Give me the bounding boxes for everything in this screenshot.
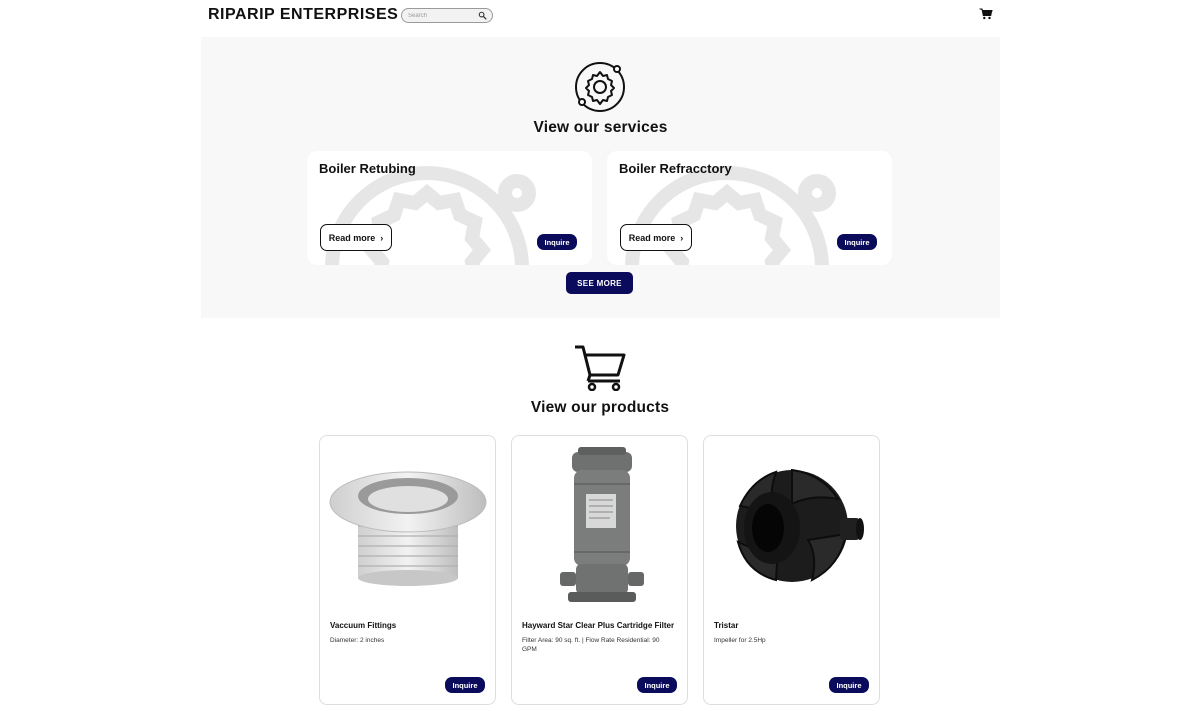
product-name: Hayward Star Clear Plus Cartridge Filter	[522, 621, 675, 630]
product-card[interactable]: Vaccuum Fittings Diameter: 2 inches Inqu…	[319, 435, 496, 705]
services-section: View our services Boiler Retubing Read m…	[201, 37, 1000, 318]
product-card[interactable]: Tristar Impeller for 2.5Hp Inquire	[703, 435, 880, 705]
inquire-button[interactable]: Inquire	[637, 677, 677, 693]
inquire-button[interactable]: Inquire	[829, 677, 869, 693]
product-name: Tristar	[714, 621, 739, 630]
service-card: Boiler Retubing Read more › Inquire	[307, 151, 592, 265]
search-box[interactable]	[401, 8, 493, 23]
inquire-button[interactable]: Inquire	[537, 234, 577, 250]
read-more-label: Read more	[328, 232, 376, 243]
products-header: View our products	[0, 340, 1200, 420]
see-more-button[interactable]: SEE MORE	[566, 272, 633, 294]
search-input[interactable]	[408, 10, 476, 21]
product-name: Vaccuum Fittings	[330, 621, 397, 630]
chevron-right-icon: ›	[680, 232, 684, 243]
chevron-right-icon: ›	[380, 232, 384, 243]
inquire-button[interactable]: Inquire	[445, 677, 485, 693]
shopping-cart-icon	[575, 345, 626, 391]
service-title: Boiler Retubing	[319, 161, 416, 176]
product-desc: Diameter: 2 inches	[330, 637, 385, 644]
read-more-button[interactable]: Read more ›	[320, 224, 392, 251]
products-title: View our products	[530, 399, 670, 416]
product-image	[736, 468, 864, 582]
services-title: View our services	[533, 119, 668, 136]
product-desc: Impeller for 2.5Hp	[714, 637, 766, 644]
product-desc: Filter Area: 90 sq. ft. | Flow Rate Resi…	[522, 637, 660, 653]
service-card: Boiler Refracctory Read more › Inquire	[607, 151, 892, 265]
search-icon[interactable]	[478, 11, 487, 20]
read-more-label: Read more	[628, 232, 676, 243]
cart-icon[interactable]	[979, 8, 993, 20]
product-image	[560, 447, 644, 602]
product-image	[329, 471, 487, 586]
gear-icon	[575, 62, 625, 112]
inquire-button[interactable]: Inquire	[837, 234, 877, 250]
service-title: Boiler Refracctory	[619, 161, 732, 176]
header: RIPARIP ENTERPRISES	[0, 0, 1200, 30]
brand-logo[interactable]: RIPARIP ENTERPRISES	[208, 6, 398, 24]
product-card[interactable]: Hayward Star Clear Plus Cartridge Filter…	[511, 435, 688, 705]
read-more-button[interactable]: Read more ›	[620, 224, 692, 251]
